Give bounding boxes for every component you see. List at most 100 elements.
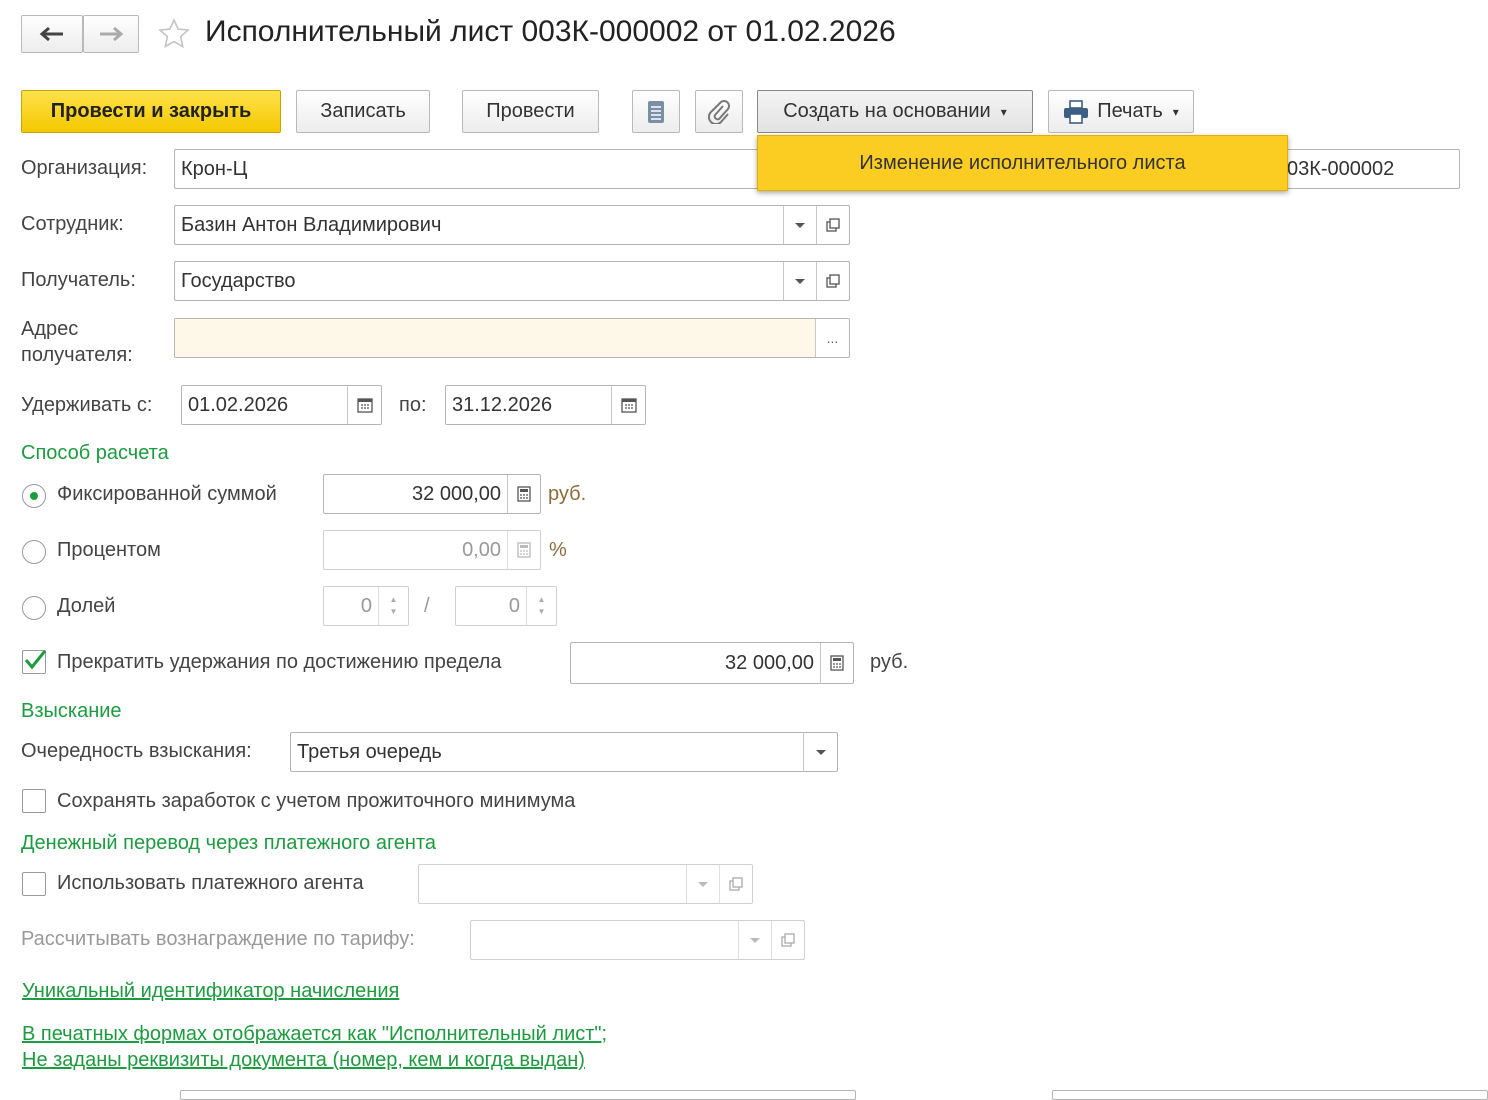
percent-label: Процентом [57,539,161,561]
back-button[interactable] [21,15,83,53]
calculator-icon[interactable] [507,531,540,569]
percent-radio[interactable] [22,540,46,564]
priority-label: Очередность взыскания: [21,740,252,762]
share-label: Долей [57,595,116,617]
limit-value: 32 000,00 [725,651,814,674]
page-title: Исполнительный лист 003К-000002 от 01.02… [205,15,896,48]
calendar-icon[interactable] [611,386,645,424]
org-label: Организация: [21,157,148,179]
agent-section-title: Денежный перевод через платежного агента [21,832,437,854]
bottom-field-left[interactable] [180,1090,856,1100]
printer-icon [1064,99,1089,124]
limit-checkbox[interactable] [22,650,46,674]
share-denominator-value: 0 [508,594,520,617]
employee-value: Базин Антон Владимирович [181,213,442,236]
checkmark-icon [24,650,46,670]
dropdown-arrow-icon[interactable] [783,262,816,300]
attach-button[interactable] [695,90,743,133]
calculator-icon[interactable] [507,475,540,513]
priority-select[interactable]: Третья очередь [290,732,838,772]
dropdown-caret-icon: ▾ [1000,104,1007,119]
hold-from-label: Удерживать с: [21,394,153,416]
keep-minimum-label: Сохранять заработок с учетом прожиточног… [57,790,576,812]
create-based-label: Создать на основании [783,100,991,122]
menu-item-label: Изменение исполнительного листа [859,151,1186,174]
use-agent-checkbox[interactable] [22,872,46,896]
address-value [175,319,815,357]
favorite-star-icon[interactable] [158,18,190,56]
dropdown-arrow-icon[interactable] [686,865,719,903]
dropdown-arrow-icon[interactable] [803,733,837,771]
fixed-radio[interactable] [22,484,46,508]
address-label-line1: Адрес [21,318,79,340]
create-based-button[interactable]: Создать на основании ▾ [757,90,1033,133]
share-radio[interactable] [22,596,46,620]
number-field[interactable]: 03К-000002 [1270,149,1460,189]
print-forms-link[interactable]: В печатных формах отображается как "Испо… [22,1023,607,1046]
fixed-label: Фиксированной суммой [57,483,277,505]
open-icon[interactable] [816,206,849,244]
number-value: 03К-000002 [1287,157,1395,180]
employee-label: Сотрудник: [21,213,124,235]
post-button[interactable]: Провести [462,90,599,133]
keep-minimum-checkbox[interactable] [22,789,46,813]
dropdown-caret-icon: ▾ [1172,104,1179,119]
hold-to-value: 31.12.2026 [452,393,553,416]
percent-field[interactable]: 0,00 [323,530,541,570]
print-label: Печать [1097,100,1163,122]
bottom-field-right[interactable] [1052,1090,1488,1100]
hold-to-field[interactable]: 31.12.2026 [445,385,646,425]
menu-item-change-writ[interactable]: Изменение исполнительного листа [757,135,1288,191]
dropdown-arrow-icon[interactable] [738,921,771,959]
forward-button[interactable] [83,15,139,53]
dropdown-arrow-icon[interactable] [783,206,816,244]
address-label-line2: получателя: [21,344,133,366]
fixed-amount-value: 32 000,00 [412,482,501,505]
percent-value: 0,00 [462,538,501,561]
recipient-label: Получатель: [21,269,136,291]
address-field[interactable]: ... [174,318,850,358]
calc-section-title: Способ расчета [21,442,169,464]
document-list-icon [648,100,664,123]
agent-field[interactable] [418,864,753,904]
requisites-link[interactable]: Не заданы реквизиты документа (номер, ке… [22,1049,585,1072]
paperclip-icon [708,99,730,124]
limit-field[interactable]: 32 000,00 [570,642,854,684]
fixed-unit: руб. [548,483,587,505]
recipient-field[interactable]: Государство [174,261,850,301]
calendar-icon[interactable] [347,386,381,424]
arrow-right-icon [100,26,124,42]
share-numerator-value: 0 [360,594,372,617]
fixed-amount-field[interactable]: 32 000,00 [323,474,541,514]
spinner-icon[interactable]: ▲ ▼ [526,587,556,625]
use-agent-label: Использовать платежного агента [57,872,364,894]
create-based-menu: Изменение исполнительного листа [757,135,1288,191]
collection-section-title: Взыскание [21,700,122,722]
calculator-icon[interactable] [820,643,853,683]
share-numerator-field[interactable]: 0 ▲ ▼ [323,586,409,626]
share-denominator-field[interactable]: 0 ▲ ▼ [455,586,557,626]
address-select-button[interactable]: ... [815,319,849,357]
org-field[interactable]: Крон-Ц [174,149,774,189]
hold-from-field[interactable]: 01.02.2026 [181,385,382,425]
save-button[interactable]: Записать [296,90,430,133]
fee-label: Рассчитывать вознаграждение по тарифу: [21,928,415,950]
share-separator: / [424,595,430,617]
list-doc-button[interactable] [632,90,680,133]
open-icon[interactable] [816,262,849,300]
org-value: Крон-Ц [181,157,248,180]
priority-value: Третья очередь [297,740,442,763]
spinner-icon[interactable]: ▲ ▼ [378,587,408,625]
fee-field[interactable] [470,920,805,960]
employee-field[interactable]: Базин Антон Владимирович [174,205,850,245]
percent-unit: % [549,539,567,561]
post-and-close-button[interactable]: Провести и закрыть [21,90,281,133]
uid-link[interactable]: Уникальный идентификатор начисления [22,980,399,1003]
hold-from-value: 01.02.2026 [188,393,289,416]
open-icon[interactable] [771,921,804,959]
open-icon[interactable] [719,865,752,903]
arrow-left-icon [39,26,63,42]
print-button[interactable]: Печать ▾ [1048,90,1194,133]
hold-to-label: по: [399,394,427,416]
recipient-value: Государство [181,269,296,292]
